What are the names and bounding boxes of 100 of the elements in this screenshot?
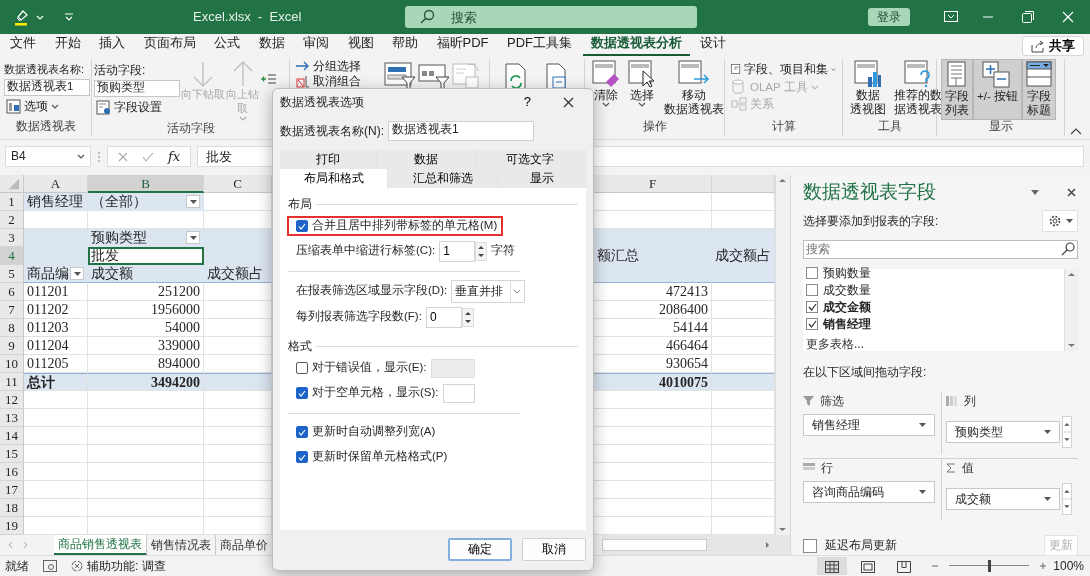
table-cell[interactable]: 011201: [24, 283, 88, 301]
horizontal-scrollbar[interactable]: [602, 535, 790, 555]
select-button[interactable]: 选择: [625, 59, 659, 120]
row-header[interactable]: 15: [0, 445, 24, 463]
checkbox[interactable]: [296, 387, 308, 400]
table-cell[interactable]: 011202: [24, 301, 88, 319]
menu-tab[interactable]: PDF工具集: [499, 35, 580, 56]
view-button[interactable]: [817, 556, 848, 576]
dialog-tab[interactable]: 可选文字: [475, 150, 586, 169]
checkbox[interactable]: [806, 301, 818, 314]
search-field[interactable]: 搜索: [803, 239, 1078, 259]
table-cell[interactable]: 批发: [88, 247, 204, 265]
column-header[interactable]: F: [594, 175, 712, 193]
settings-button[interactable]: [1042, 209, 1078, 232]
options-button[interactable]: 选项: [4, 99, 87, 115]
menu-tab[interactable]: 公式: [206, 35, 248, 56]
menu-tab[interactable]: 审阅: [295, 35, 337, 56]
row-header[interactable]: 16: [0, 463, 24, 481]
dropdown-button[interactable]: [70, 267, 84, 280]
menu-tab[interactable]: 数据: [250, 35, 293, 56]
search-field[interactable]: 搜索: [405, 6, 697, 28]
pivot-chart-button[interactable]: 数据 透视图: [847, 59, 889, 120]
menu-tab[interactable]: 视图: [339, 35, 382, 56]
field-chip[interactable]: 预购类型: [945, 420, 1061, 443]
column-header[interactable]: C: [204, 175, 272, 193]
row-header[interactable]: 7: [0, 301, 24, 319]
row-header[interactable]: 3: [0, 229, 24, 247]
table-cell[interactable]: 251200: [88, 283, 204, 301]
row-header[interactable]: 4: [0, 247, 24, 265]
checkbox[interactable]: [296, 451, 308, 464]
row-header[interactable]: 8: [0, 319, 24, 337]
checkbox[interactable]: [296, 426, 308, 439]
menu-tab[interactable]: 帮助: [384, 35, 426, 56]
cancel-button[interactable]: 取消: [522, 538, 586, 561]
row-header[interactable]: 18: [0, 499, 24, 517]
dialog-tab[interactable]: 显示: [498, 169, 586, 188]
number-field[interactable]: 1: [439, 240, 476, 262]
dialog-tab[interactable]: 布局和格式: [280, 169, 388, 188]
name-field[interactable]: 数据透视表1: [4, 79, 90, 97]
active-field[interactable]: 预购类型: [94, 80, 180, 98]
table-cell[interactable]: 额汇总: [594, 247, 712, 265]
name-box[interactable]: B4: [5, 146, 91, 167]
field-chip[interactable]: 销售经理: [803, 413, 935, 436]
checkbox[interactable]: [803, 538, 817, 553]
help-button[interactable]: ?: [517, 93, 537, 111]
plus-minus-button[interactable]: +/- 按钮: [973, 59, 1022, 120]
move-pivot-button[interactable]: 移动 数据透视表: [661, 59, 727, 120]
row-header[interactable]: 17: [0, 481, 24, 499]
dialog-tab[interactable]: 数据: [377, 150, 476, 169]
column-header[interactable]: B: [88, 175, 204, 193]
table-cell[interactable]: 成交额: [88, 265, 204, 283]
scrollbar[interactable]: [1064, 268, 1078, 352]
fields-items-button[interactable]: 字段、项目和集: [729, 61, 838, 77]
table-cell[interactable]: 商品编: [24, 265, 88, 283]
name-field[interactable]: 数据透视表1: [388, 121, 534, 141]
row-header[interactable]: 6: [0, 283, 24, 301]
menu-tab[interactable]: 开始: [46, 35, 89, 56]
row-header[interactable]: 9: [0, 337, 24, 355]
dropdown-button[interactable]: [186, 231, 200, 244]
table-cell[interactable]: 011204: [24, 337, 88, 355]
table-cell[interactable]: 54000: [88, 319, 204, 337]
table-cell[interactable]: 成交额占: [204, 265, 272, 283]
table-cell[interactable]: （全部）: [88, 193, 204, 211]
field-list-button[interactable]: 字段 列表: [941, 59, 973, 120]
table-cell[interactable]: 成交额占: [712, 247, 775, 265]
text-field[interactable]: [430, 358, 475, 378]
row-header[interactable]: 1: [0, 193, 24, 211]
row-header[interactable]: 10: [0, 355, 24, 373]
table-cell[interactable]: 3494200: [88, 373, 204, 391]
dropdown-button[interactable]: [186, 195, 200, 208]
slider-thumb[interactable]: [987, 560, 991, 572]
row-header[interactable]: 14: [0, 427, 24, 445]
row-header[interactable]: 2: [0, 211, 24, 229]
checkbox[interactable]: [806, 318, 818, 331]
row-header[interactable]: 12: [0, 391, 24, 409]
field-chip[interactable]: 咨询商品编码: [803, 481, 935, 504]
menu-tab[interactable]: 文件: [2, 35, 44, 56]
sheet-tab[interactable]: 商品销售透视表: [54, 535, 147, 555]
table-cell[interactable]: 4010075: [594, 373, 712, 391]
dialog-tab[interactable]: 打印: [280, 150, 378, 169]
menu-tab[interactable]: 页面布局: [135, 35, 204, 56]
accessibility-status[interactable]: 辅助功能: 调查: [71, 558, 166, 574]
menu-tab[interactable]: 插入: [91, 35, 133, 56]
column-header[interactable]: A: [24, 175, 88, 193]
field-chip[interactable]: 成交额: [945, 488, 1061, 511]
table-cell[interactable]: 预购类型: [88, 229, 204, 247]
table-cell[interactable]: 1956000: [88, 301, 204, 319]
menu-tab[interactable]: 设计: [692, 35, 734, 56]
checkbox[interactable]: [296, 362, 308, 375]
number-field[interactable]: 0: [425, 306, 462, 328]
dialog-tab[interactable]: 汇总和筛选: [388, 169, 498, 188]
sign-in-button[interactable]: 登录: [868, 7, 910, 27]
menu-tab[interactable]: 福昕PDF: [428, 35, 497, 56]
group-selection-button[interactable]: 分组选择: [294, 59, 382, 74]
table-cell[interactable]: 339000: [88, 337, 204, 355]
insert-function-button[interactable]: fx: [168, 148, 181, 165]
ungroup-button[interactable]: 取消组合: [294, 73, 382, 89]
row-header[interactable]: 5: [0, 265, 24, 283]
table-cell[interactable]: 销售经理: [24, 193, 88, 211]
text-field[interactable]: [442, 383, 475, 403]
